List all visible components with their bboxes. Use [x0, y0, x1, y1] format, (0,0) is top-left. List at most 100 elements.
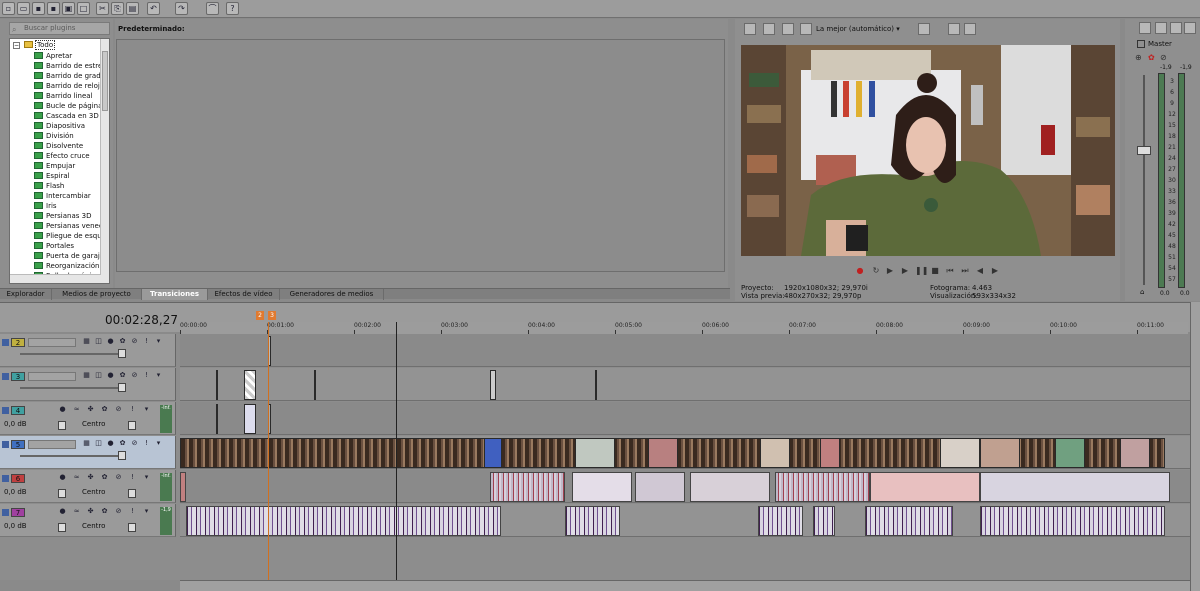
- track-minimize-icon[interactable]: [2, 441, 9, 448]
- master-fader-knob[interactable]: [1137, 146, 1151, 155]
- track-header-2[interactable]: 2 ▦ ◫ ● ✿ ⊘! ▾: [0, 334, 176, 367]
- video-event[interactable]: [820, 438, 840, 468]
- pause-icon[interactable]: ❚❚: [915, 266, 928, 276]
- tab-media-generators[interactable]: Generadores de medios: [280, 289, 384, 300]
- plugin-item[interactable]: Puerta de garaje: [34, 251, 104, 261]
- plugin-item[interactable]: Iris: [34, 201, 57, 211]
- open-folder-icon[interactable]: ▭: [17, 2, 30, 15]
- compositing-icon[interactable]: ▦: [82, 337, 91, 346]
- video-event[interactable]: [648, 438, 678, 468]
- video-event[interactable]: [484, 438, 502, 468]
- record-arm-icon[interactable]: ●: [58, 507, 67, 516]
- fx-icon[interactable]: ⊘: [130, 337, 139, 346]
- audio-event[interactable]: [635, 472, 685, 502]
- video-event[interactable]: [314, 370, 316, 400]
- plugin-item[interactable]: Diapositiva: [34, 121, 85, 131]
- master-properties-icon[interactable]: [1139, 22, 1151, 34]
- plugin-item[interactable]: Flash: [34, 181, 64, 191]
- redo-icon[interactable]: ↷: [175, 2, 188, 15]
- external-monitor-icon[interactable]: [763, 23, 775, 35]
- plugin-item[interactable]: Intercambiar: [34, 191, 91, 201]
- plugin-item[interactable]: Apretar: [34, 51, 72, 61]
- audio-event[interactable]: [490, 472, 565, 502]
- plugin-item[interactable]: Reorganización 3D: [34, 261, 109, 271]
- go-to-start-icon[interactable]: ⏮: [945, 266, 955, 276]
- audio-event[interactable]: [186, 506, 501, 536]
- level-slider-knob[interactable]: [118, 451, 126, 460]
- save-icon[interactable]: ▪: [32, 2, 45, 15]
- bypass-icon[interactable]: !: [128, 405, 137, 414]
- expand-icon[interactable]: ▾: [154, 337, 163, 346]
- motion-icon[interactable]: ◫: [94, 371, 103, 380]
- video-event[interactable]: [980, 438, 1020, 468]
- lock-icon[interactable]: ⌂: [1140, 288, 1144, 296]
- volume-slider-knob[interactable]: [58, 523, 66, 532]
- new-project-icon[interactable]: ▫: [2, 2, 15, 15]
- mute-icon[interactable]: ✤: [86, 507, 95, 516]
- audio-event[interactable]: [775, 472, 870, 502]
- plugin-item[interactable]: Persianas 3D: [34, 211, 91, 221]
- mute-icon[interactable]: ✤: [86, 405, 95, 414]
- compositing-icon[interactable]: ▦: [82, 439, 91, 448]
- compositing-icon[interactable]: ▦: [82, 371, 91, 380]
- collapse-icon[interactable]: −: [13, 42, 20, 49]
- video-event[interactable]: [1055, 438, 1085, 468]
- solo-icon[interactable]: ✿: [100, 405, 109, 414]
- expand-icon[interactable]: ▾: [142, 507, 151, 516]
- audio-event[interactable]: [980, 506, 1165, 536]
- split-screen-icon[interactable]: [782, 23, 794, 35]
- bypass-icon[interactable]: ⊘: [1160, 53, 1167, 62]
- tab-transitions[interactable]: Transiciones: [142, 289, 208, 300]
- preview-quality-select[interactable]: La mejor (automático) ▾: [816, 23, 900, 35]
- expand-icon[interactable]: ▾: [142, 405, 151, 414]
- track-lane-4[interactable]: [180, 402, 1190, 435]
- bypass-icon[interactable]: !: [142, 337, 151, 346]
- track-minimize-icon[interactable]: [2, 407, 9, 414]
- video-event[interactable]: [216, 404, 218, 434]
- video-event[interactable]: [940, 438, 980, 468]
- fx-icon[interactable]: ⊘: [130, 371, 139, 380]
- track-header-7[interactable]: 7 ● ≈ ✤ ✿ ⊘! ▾ 0,0 dB Centro -1,9: [0, 504, 176, 537]
- go-to-end-icon[interactable]: ⏭: [960, 266, 970, 276]
- bypass-icon[interactable]: !: [128, 507, 137, 516]
- track-lane-3[interactable]: [180, 368, 1190, 401]
- fx-icon[interactable]: ⊘: [114, 473, 123, 482]
- solo-icon[interactable]: ✿: [118, 439, 127, 448]
- loop-icon[interactable]: ↻: [871, 266, 881, 276]
- level-slider-knob[interactable]: [118, 349, 126, 358]
- master-checkbox[interactable]: [1137, 40, 1145, 48]
- plugin-item[interactable]: Bucle de páginas: [34, 101, 106, 111]
- expand-icon[interactable]: ▾: [154, 439, 163, 448]
- audio-event[interactable]: [758, 506, 803, 536]
- mute-icon[interactable]: ✤: [86, 473, 95, 482]
- plugin-item[interactable]: Disolvente: [34, 141, 83, 151]
- save-as-icon[interactable]: ▪: [47, 2, 60, 15]
- fx-icon[interactable]: ⊘: [114, 507, 123, 516]
- play-icon[interactable]: ▶: [900, 266, 910, 276]
- pan-slider-knob[interactable]: [128, 523, 136, 532]
- plugin-item[interactable]: Portales: [34, 241, 74, 251]
- volume-slider-knob[interactable]: [58, 421, 66, 430]
- track-minimize-icon[interactable]: [2, 475, 9, 482]
- fx-icon[interactable]: ⊘: [114, 405, 123, 414]
- track-lane-6[interactable]: [180, 470, 1190, 503]
- audio-event[interactable]: [565, 506, 620, 536]
- tab-explorer[interactable]: Explorador: [0, 289, 52, 300]
- track-name-field[interactable]: [28, 372, 76, 381]
- mute-icon[interactable]: ●: [106, 439, 115, 448]
- preview-properties-icon[interactable]: [744, 23, 756, 35]
- render-icon[interactable]: ▣: [62, 2, 75, 15]
- marker-3[interactable]: 3: [268, 311, 276, 320]
- expand-icon[interactable]: ▾: [154, 371, 163, 380]
- track-header-5[interactable]: 5 ▦ ◫ ● ✿ ⊘! ▾: [0, 436, 176, 469]
- bypass-icon[interactable]: !: [142, 371, 151, 380]
- mute-icon[interactable]: ●: [106, 337, 115, 346]
- tree-root-all[interactable]: − Todo: [13, 40, 56, 50]
- audio-event[interactable]: [690, 472, 770, 502]
- motion-icon[interactable]: ◫: [94, 337, 103, 346]
- track-minimize-icon[interactable]: [2, 339, 9, 346]
- invert-phase-icon[interactable]: ≈: [72, 473, 81, 482]
- stop-icon[interactable]: ■: [930, 266, 940, 276]
- video-event[interactable]: [760, 438, 790, 468]
- tab-project-media[interactable]: Medios de proyecto: [52, 289, 142, 300]
